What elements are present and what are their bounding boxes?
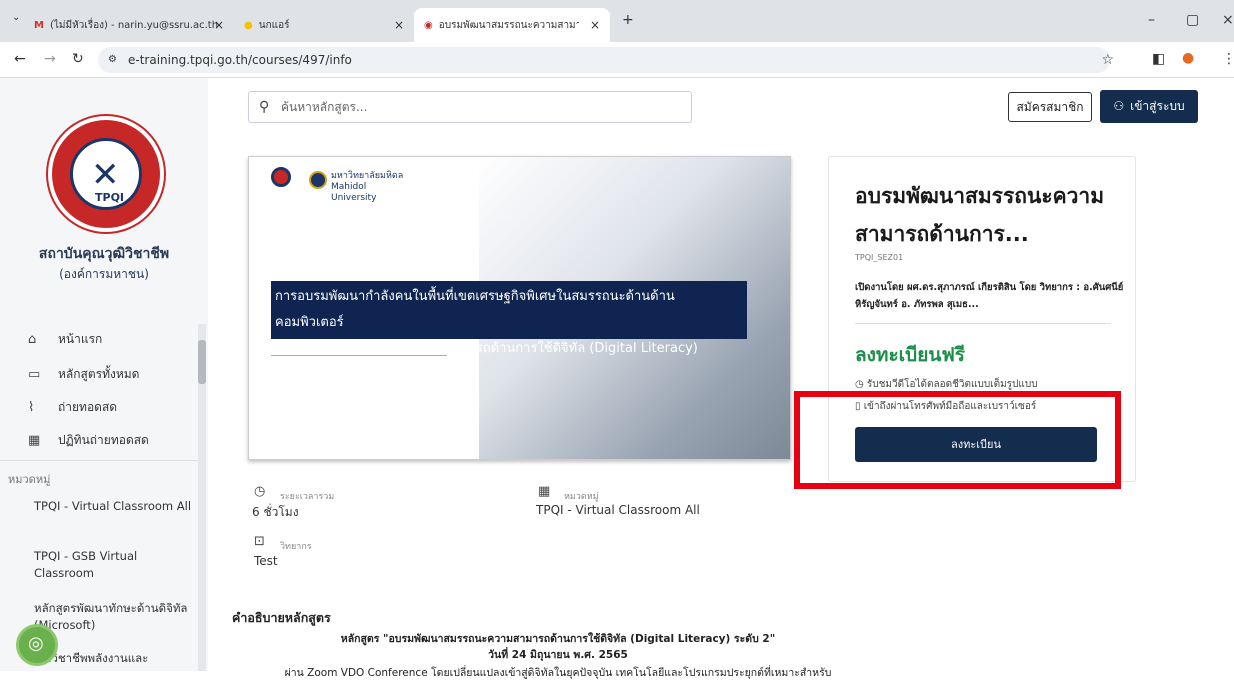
forward-icon[interactable]: → xyxy=(44,51,56,67)
speaker-value: Test xyxy=(254,554,278,568)
tab-search-icon[interactable]: ⌄ xyxy=(12,12,20,23)
scrollbar-thumb[interactable] xyxy=(198,340,206,384)
highlight-box xyxy=(794,391,1121,489)
grid-icon: ▦ xyxy=(538,484,551,499)
close-icon[interactable]: × xyxy=(394,18,404,32)
category-heading: หมวดหมู่ xyxy=(8,473,51,486)
reload-icon[interactable]: ↻ xyxy=(72,51,84,67)
mahidol-logo xyxy=(309,171,327,189)
presenter-icon: ⊡ xyxy=(254,534,265,549)
main-content: ⚲ ค้นหาหลักสูตร... สมัครสมาชิก ⚇ เข้าสู่ร… xyxy=(208,78,1234,679)
tpqi-mini-logo xyxy=(271,167,291,187)
address-bar: ← → ↻ ⚙ e-training.tpqi.go.th/courses/49… xyxy=(0,42,1234,78)
home-icon: ⌂ xyxy=(28,332,37,347)
price-label: ลงทะเบียนฟรี xyxy=(855,344,965,366)
university-name: มหาวิทยาลัยมหิดล Mahidol University xyxy=(331,171,404,203)
divider xyxy=(855,323,1111,324)
duration-label: ระยะเวลารวม xyxy=(280,492,335,502)
close-icon[interactable]: × xyxy=(214,18,224,32)
logo-inner: ✕ TPQI xyxy=(70,138,142,210)
profile-avatar-icon[interactable]: ● xyxy=(1182,50,1194,66)
tab-label: อบรมพัฒนาสมรรถนะความสามารถด้... xyxy=(438,19,579,31)
feature-text: รับชมวีดีโอได้ตลอดชีวิตแบบเต็มรูปแบบ xyxy=(866,379,1038,390)
new-tab-button[interactable]: + xyxy=(622,12,634,28)
maximize-icon[interactable]: ▢ xyxy=(1186,12,1199,28)
nav-label: ถ่ายทอดสด xyxy=(58,400,118,414)
register-button[interactable]: สมัครสมาชิก xyxy=(1008,92,1092,122)
chat-icon: ◎ xyxy=(28,633,44,654)
feature-lifetime: ◷ รับชมวีดีโอได้ตลอดชีวิตแบบเต็มรูปแบบ xyxy=(855,377,1038,392)
sidebar-category-item[interactable]: TPQI - Virtual Classroom All xyxy=(34,498,194,515)
sidebar-item-home[interactable]: ⌂ หน้าแรก xyxy=(28,330,102,349)
chat-widget-button[interactable]: ◎ xyxy=(16,624,58,666)
login-label: เข้าสู่ระบบ xyxy=(1130,99,1185,113)
sidebar-scrollbar[interactable] xyxy=(198,324,206,671)
description-line: วันที่ 24 มิถุนายน พ.ศ. 2565 xyxy=(488,649,628,661)
banner-title: การอบรมพัฒนากำลังคนในพื้นที่เขตเศรษฐกิจพ… xyxy=(271,281,747,356)
gmail-icon: M xyxy=(34,19,44,31)
sidebar-category-item[interactable]: TPQI - GSB Virtual Classroom xyxy=(34,548,194,582)
divider xyxy=(0,460,198,461)
nav-label: หลักสูตรทั้งหมด xyxy=(58,367,140,381)
nokair-icon: ● xyxy=(244,19,253,31)
banner-title-line: การอบรมพัฒนากำลังคนในพื้นที่เขตเศรษฐกิจพ… xyxy=(275,289,675,330)
org-name: สถาบันคุณวุฒิวิชาชีพ xyxy=(38,246,170,262)
category-label: หมวดหมู่ xyxy=(564,492,599,502)
tpqi-favicon-icon: ◉ xyxy=(424,19,433,31)
org-subtitle: (องค์การมหาชน) xyxy=(59,267,149,281)
search-input[interactable]: ⚲ ค้นหาหลักสูตร... xyxy=(248,91,692,123)
category-value: TPQI - Virtual Classroom All xyxy=(536,503,700,517)
tab-active-course[interactable]: ◉ อบรมพัฒนาสมรรถนะความสามารถด้... × xyxy=(414,8,610,42)
nav-label: ปฏิทินถ่ายทอดสด xyxy=(58,433,149,447)
sidebar-item-live-calendar[interactable]: ▦ ปฏิทินถ่ายทอดสด xyxy=(28,431,149,450)
speaker-label: วิทยากร xyxy=(280,542,312,552)
tab-gmail[interactable]: M (ไม่มีหัวเรื่อง) - narin.yu@ssru.ac.th… xyxy=(24,8,234,42)
logo-star-icon: ✕ xyxy=(91,155,120,195)
clock-icon: ◷ xyxy=(855,379,867,390)
course-banner-image: มหาวิทยาลัยมหิดล Mahidol University การอ… xyxy=(248,156,791,460)
description-line: ผ่าน Zoom VDO Conference โดยเปลี่ยนแปลงเ… xyxy=(284,667,832,679)
course-title: อบรมพัฒนาสมรรถนะความสามารถด้านการ... xyxy=(855,184,1105,246)
rss-icon: ⌇ xyxy=(28,400,35,415)
tab-label: (ไม่มีหัวเรื่อง) - narin.yu@ssru.ac.th xyxy=(49,19,219,31)
bookmark-star-icon[interactable]: ☆ xyxy=(1101,47,1114,73)
user-icon: ⚇ xyxy=(1113,99,1125,113)
window-close-icon[interactable]: × xyxy=(1222,12,1234,28)
clock-icon: ◷ xyxy=(254,484,266,499)
description-line: หลักสูตร "อบรมพัฒนาสมรรถนะความสามารถด้าน… xyxy=(340,633,776,645)
site-info-icon[interactable]: ⚙ xyxy=(108,47,117,73)
logo-monogram: TPQI xyxy=(95,191,125,204)
tpqi-logo[interactable]: ✕ TPQI xyxy=(48,116,164,232)
close-icon[interactable]: × xyxy=(590,18,600,32)
nav-label: หน้าแรก xyxy=(58,332,103,346)
login-button[interactable]: ⚇ เข้าสู่ระบบ xyxy=(1100,90,1198,123)
url-text: e-training.tpqi.go.th/courses/497/info xyxy=(128,53,352,67)
minimize-icon[interactable]: – xyxy=(1148,12,1155,28)
sidebar-item-live[interactable]: ⌇ ถ่ายทอดสด xyxy=(28,398,117,417)
banner-rule xyxy=(271,355,447,356)
sidebar-category-item[interactable]: หลักสูตรพัฒนาทักษะด้านดิจิทัล (Microsoft… xyxy=(34,600,194,634)
search-placeholder: ค้นหาหลักสูตร... xyxy=(281,100,368,114)
duration-value: 6 ชั่วโมง xyxy=(252,505,299,519)
sidebar: ✕ TPQI สถาบันคุณวุฒิวิชาชีพ (องค์การมหาช… xyxy=(0,78,208,671)
sidepanel-icon[interactable]: ◧ xyxy=(1152,51,1165,67)
tab-label: นกแอร์ xyxy=(258,19,290,31)
sidebar-item-all-courses[interactable]: ▭ หลักสูตรทั้งหมด xyxy=(28,365,139,384)
course-code: TPQI_SEZ01 xyxy=(855,253,904,262)
monitor-icon: ▭ xyxy=(28,367,41,382)
course-presenters: เปิดงานโดย ผศ.ดร.สุภาภรณ์ เกียรติสิน โดย… xyxy=(855,282,1124,310)
tab-bar: ⌄ M (ไม่มีหัวเรื่อง) - narin.yu@ssru.ac.… xyxy=(0,0,1234,42)
sidebar-category-item[interactable]: ...าวิชาชีพพลังงานและ xyxy=(34,650,194,667)
calendar-icon: ▦ xyxy=(28,433,41,448)
menu-icon[interactable]: ⋮ xyxy=(1222,51,1234,67)
tab-nokair[interactable]: ● นกแอร์ × xyxy=(234,8,414,42)
search-icon: ⚲ xyxy=(259,99,270,115)
url-field[interactable]: ⚙ e-training.tpqi.go.th/courses/497/info… xyxy=(98,47,1114,73)
banner-title-line: และสารสนเทศสมรรถนะความสามารถด้านการใช้ดิ… xyxy=(275,341,698,356)
back-icon[interactable]: ← xyxy=(14,51,26,67)
description-heading: คำอธิบายหลักสูตร xyxy=(232,610,331,625)
